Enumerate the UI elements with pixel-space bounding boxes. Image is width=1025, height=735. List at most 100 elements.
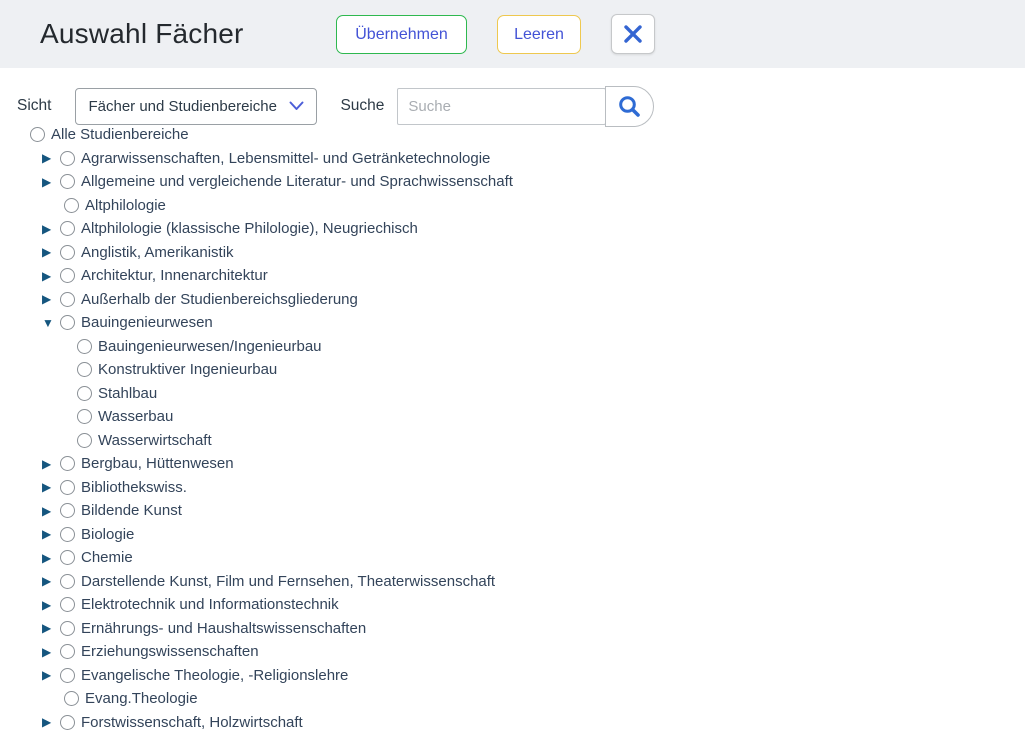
tree-row: Bauingenieurwesen/Ingenieurbau <box>0 335 1025 359</box>
radio-button[interactable] <box>77 433 92 448</box>
expand-icon[interactable]: ▶ <box>42 293 55 305</box>
radio-button[interactable] <box>60 315 75 330</box>
radio-button[interactable] <box>60 597 75 612</box>
radio-button[interactable] <box>77 339 92 354</box>
radio-button[interactable] <box>60 503 75 518</box>
tree-item-label[interactable]: Bauingenieurwesen/Ingenieurbau <box>98 338 322 355</box>
tree-item-label[interactable]: Evang.Theologie <box>85 690 198 707</box>
tree-row: ▶ Biologie <box>0 523 1025 547</box>
expand-icon[interactable]: ▶ <box>42 646 55 658</box>
expand-icon[interactable]: ▶ <box>42 575 55 587</box>
tree-item-label[interactable]: Architektur, Innenarchitektur <box>81 267 268 284</box>
subject-tree: Alle Studienbereiche ▶ Agrarwissenschaften… <box>0 123 1025 734</box>
tree-row: Evang.Theologie <box>0 687 1025 711</box>
tree-item-label[interactable]: Allgemeine und vergleichende Literatur- … <box>81 173 513 190</box>
filter-controls: Sicht Fächer und Studienbereiche Suche <box>0 85 1025 127</box>
expand-icon[interactable]: ▶ <box>42 270 55 282</box>
tree-row: Stahlbau <box>0 382 1025 406</box>
radio-button[interactable] <box>60 456 75 471</box>
tree-row: Konstruktiver Ingenieurbau <box>0 358 1025 382</box>
expand-icon[interactable]: ▶ <box>42 622 55 634</box>
tree-row: ▶ Anglistik, Amerikanistik <box>0 241 1025 265</box>
tree-row: ▶ Chemie <box>0 546 1025 570</box>
radio-button[interactable] <box>64 691 79 706</box>
tree-item-label[interactable]: Darstellende Kunst, Film und Fernsehen, … <box>81 573 495 590</box>
radio-button[interactable] <box>60 174 75 189</box>
tree-item-label[interactable]: Erziehungswissenschaften <box>81 643 259 660</box>
expand-icon[interactable]: ▶ <box>42 176 55 188</box>
expand-icon[interactable]: ▶ <box>42 716 55 728</box>
tree-row: ▶ Allgemeine und vergleichende Literatur-… <box>0 170 1025 194</box>
expand-icon[interactable]: ▶ <box>42 599 55 611</box>
dialog-header: Auswahl Fächer Übernehmen Leeren <box>0 0 1025 68</box>
tree-item-label[interactable]: Wasserwirtschaft <box>98 432 212 449</box>
tree-item-label[interactable]: Forstwissenschaft, Holzwirtschaft <box>81 714 303 731</box>
search-input[interactable] <box>397 88 606 125</box>
radio-button[interactable] <box>60 292 75 307</box>
tree-item-label[interactable]: Altphilologie (klassische Philologie), N… <box>81 220 418 237</box>
tree-item-label[interactable]: Bildende Kunst <box>81 502 182 519</box>
radio-button[interactable] <box>60 221 75 236</box>
tree-item-label[interactable]: Bergbau, Hüttenwesen <box>81 455 234 472</box>
radio-button[interactable] <box>60 644 75 659</box>
expand-icon[interactable]: ▶ <box>42 552 55 564</box>
view-select[interactable]: Fächer und Studienbereiche <box>75 88 317 125</box>
tree-row: Wasserbau <box>0 405 1025 429</box>
radio-button[interactable] <box>60 245 75 260</box>
expand-icon[interactable]: ▶ <box>42 152 55 164</box>
tree-row: ▶ Ernährungs- und Haushaltswissenschaften <box>0 617 1025 641</box>
tree-row: ▶ Darstellende Kunst, Film und Fernsehen,… <box>0 570 1025 594</box>
expand-icon[interactable]: ▶ <box>42 669 55 681</box>
tree-row: ▶ Erziehungswissenschaften <box>0 640 1025 664</box>
view-label: Sicht <box>17 97 51 115</box>
tree-row: ▶ Außerhalb der Studienbereichsgliederung <box>0 288 1025 312</box>
tree-item-label[interactable]: Chemie <box>81 549 133 566</box>
radio-button[interactable] <box>60 715 75 730</box>
clear-button[interactable]: Leeren <box>497 15 581 54</box>
tree-item-label[interactable]: Wasserbau <box>98 408 173 425</box>
expand-icon[interactable]: ▶ <box>42 505 55 517</box>
radio-button[interactable] <box>60 574 75 589</box>
tree-item-label[interactable]: Außerhalb der Studienbereichsgliederung <box>81 291 358 308</box>
tree-row: ▶ Elektrotechnik und Informationstechnik <box>0 593 1025 617</box>
tree-item-label[interactable]: Altphilologie <box>85 197 166 214</box>
tree-item-label[interactable]: Stahlbau <box>98 385 157 402</box>
radio-button[interactable] <box>64 198 79 213</box>
expand-icon[interactable]: ▶ <box>42 458 55 470</box>
expand-icon[interactable]: ▶ <box>42 246 55 258</box>
radio-button[interactable] <box>77 362 92 377</box>
view-select-value: Fächer und Studienbereiche <box>88 98 276 115</box>
radio-button[interactable] <box>60 550 75 565</box>
search-icon <box>617 94 642 119</box>
radio-button[interactable] <box>60 527 75 542</box>
chevron-down-icon <box>289 101 304 111</box>
search-button[interactable] <box>605 86 654 127</box>
tree-item-label[interactable]: Alle Studienbereiche <box>51 126 189 143</box>
tree-item-label[interactable]: Elektrotechnik und Informationstechnik <box>81 596 339 613</box>
radio-button[interactable] <box>60 268 75 283</box>
radio-button[interactable] <box>30 127 45 142</box>
tree-row: Altphilologie <box>0 194 1025 218</box>
collapse-icon[interactable]: ▼ <box>42 317 55 329</box>
radio-button[interactable] <box>60 151 75 166</box>
expand-icon[interactable]: ▶ <box>42 223 55 235</box>
expand-icon[interactable]: ▶ <box>42 528 55 540</box>
tree-item-label[interactable]: Agrarwissenschaften, Lebensmittel- und G… <box>81 150 490 167</box>
radio-button[interactable] <box>60 668 75 683</box>
radio-button[interactable] <box>60 621 75 636</box>
tree-row: Wasserwirtschaft <box>0 429 1025 453</box>
tree-item-label[interactable]: Ernährungs- und Haushaltswissenschaften <box>81 620 366 637</box>
expand-icon[interactable]: ▶ <box>42 481 55 493</box>
tree-item-label[interactable]: Evangelische Theologie, -Religionslehre <box>81 667 348 684</box>
tree-item-label[interactable]: Anglistik, Amerikanistik <box>81 244 234 261</box>
tree-row: ▶ Bildende Kunst <box>0 499 1025 523</box>
radio-button[interactable] <box>77 409 92 424</box>
tree-item-label[interactable]: Bibliothekswiss. <box>81 479 187 496</box>
apply-button[interactable]: Übernehmen <box>336 15 467 54</box>
radio-button[interactable] <box>60 480 75 495</box>
close-button[interactable] <box>611 14 655 54</box>
tree-item-label[interactable]: Konstruktiver Ingenieurbau <box>98 361 277 378</box>
tree-item-label[interactable]: Bauingenieurwesen <box>81 314 213 331</box>
tree-item-label[interactable]: Biologie <box>81 526 134 543</box>
radio-button[interactable] <box>77 386 92 401</box>
